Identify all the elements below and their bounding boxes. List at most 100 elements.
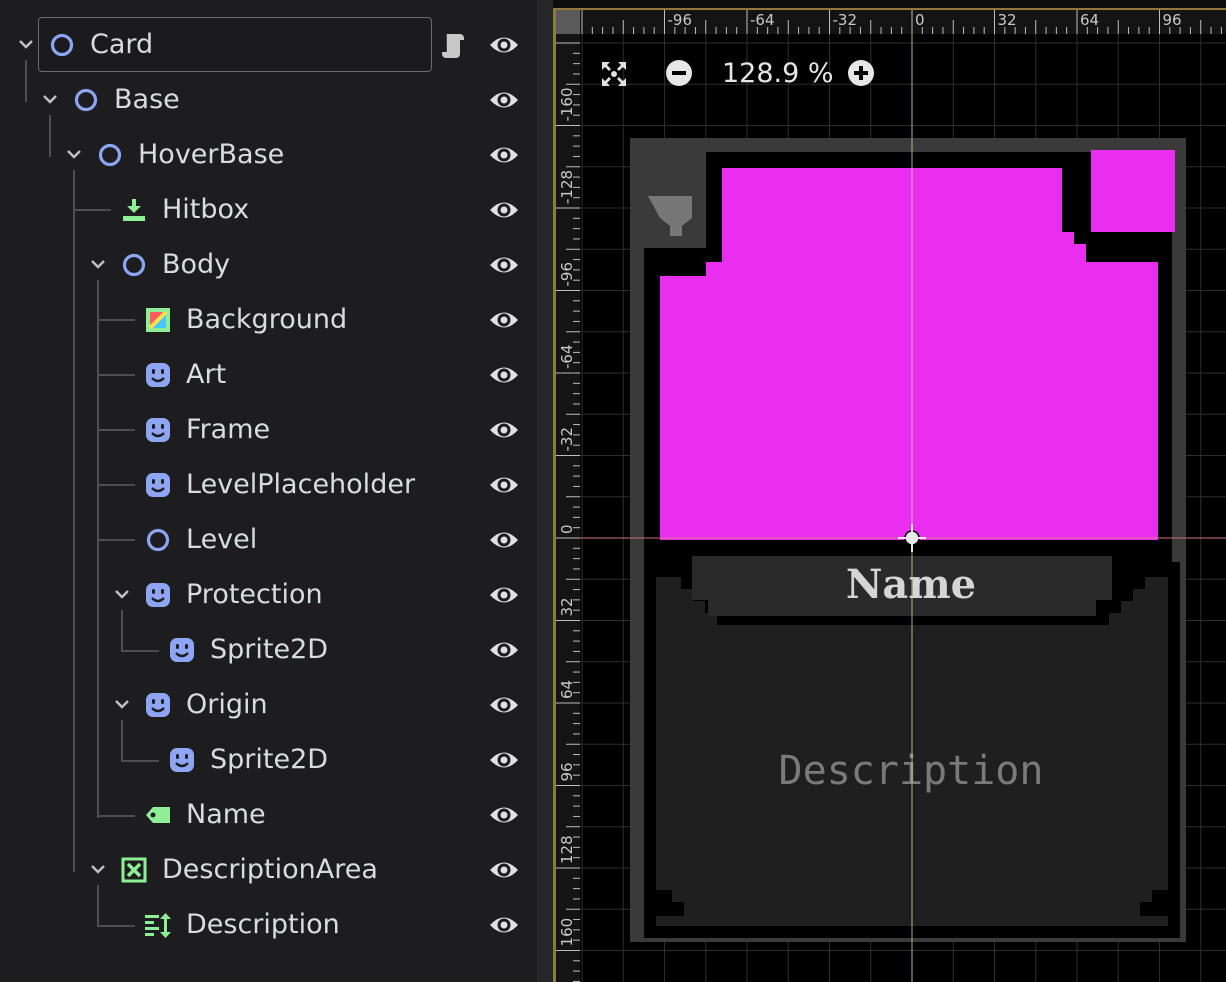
script-icon[interactable] [440,30,470,60]
tree-item-label: DescriptionArea [162,854,378,885]
visibility-eye-icon[interactable] [488,140,520,170]
sprite2d-icon [146,583,170,607]
tree-item-level-placeholder[interactable]: LevelPlaceholder [0,457,537,512]
zoom-level[interactable]: 128.9 % [722,58,834,89]
container-icon [121,857,147,883]
ruler-corner [556,10,580,34]
ruler-label: 96 [1162,11,1181,29]
tree-item-protection[interactable]: Protection [0,567,537,622]
visibility-eye-icon[interactable] [488,85,520,115]
ruler-label: 0 [558,524,576,534]
center-view-icon[interactable] [598,58,630,90]
ruler-label: 96 [558,762,576,781]
richtextlabel-icon [145,913,171,938]
visibility-eye-icon[interactable] [488,910,520,940]
canvas-viewport[interactable]: Name Description -96 -64 -32 0 32 64 96 -160 -128 -… [553,8,1226,982]
ruler-label: -32 [558,427,576,452]
tree-item-frame[interactable]: Frame [0,402,537,457]
tree-item-sprite-2d[interactable]: Sprite2D [0,732,537,787]
chevron-down-icon[interactable] [65,145,83,163]
colorrect-icon [146,308,170,332]
area2d-icon [123,199,145,221]
tree-item-label: Sprite2D [210,634,329,665]
visibility-eye-icon[interactable] [488,30,520,60]
tree-item-label: HoverBase [138,139,285,170]
sprite2d-icon [146,473,170,497]
tree-item-label: Origin [186,689,268,720]
chevron-down-icon[interactable] [113,585,131,603]
visibility-eye-icon[interactable] [488,415,520,445]
chevron-down-icon[interactable] [113,695,131,713]
sprite2d-icon [146,363,170,387]
card-description-label: Description [779,748,1044,794]
tree-item-name[interactable]: Name [0,787,537,842]
tree-item-label: LevelPlaceholder [186,469,416,500]
visibility-eye-icon[interactable] [488,250,520,280]
dock-splitter[interactable] [537,0,553,982]
node2d-icon [122,253,146,277]
tree-item-art[interactable]: Art [0,347,537,402]
ruler-label: 0 [915,11,925,29]
ruler-label: -96 [668,11,692,29]
visibility-eye-icon[interactable] [488,470,520,500]
card-name-label: Name [846,561,976,608]
visibility-eye-icon[interactable] [488,855,520,885]
tree-item-body[interactable]: Body [0,237,537,292]
visibility-eye-icon[interactable] [488,305,520,335]
node2d-icon [50,33,74,57]
zoom-out-icon[interactable] [664,58,694,88]
label-icon [146,807,170,823]
tree-item-base[interactable]: Base [0,72,537,127]
ruler-label: -160 [558,87,576,121]
ruler-label: -64 [750,11,775,29]
tree-item-label: Card [90,29,154,60]
tree-item-level[interactable]: Level [0,512,537,567]
level-tab [630,138,706,248]
tree-item-label: Background [186,304,348,335]
visibility-eye-icon[interactable] [488,195,520,225]
ruler-label: 160 [558,918,576,947]
sprite2d-icon [146,693,170,717]
ruler-label: 128 [558,835,576,864]
ruler-label: -32 [833,11,858,29]
node2d-icon [98,143,122,167]
tree-item-label: Base [114,84,180,115]
tree-item-description[interactable]: Description [0,897,537,952]
tree-item-label: Description [186,909,340,940]
visibility-eye-icon[interactable] [488,580,520,610]
sprite2d-icon [146,418,170,442]
tree-item-origin[interactable]: Origin [0,677,537,732]
chevron-down-icon[interactable] [41,90,59,108]
tree-item-hitbox[interactable]: Hitbox [0,182,537,237]
tree-item-sprite-2d[interactable]: Sprite2D [0,622,537,677]
zoom-in-icon[interactable] [846,58,876,88]
ruler-label: 64 [558,680,576,699]
ruler-label: 32 [558,597,576,616]
chevron-down-icon[interactable] [17,35,35,53]
ruler-label: -128 [558,170,576,204]
visibility-eye-icon[interactable] [488,525,520,555]
scene-tree: Card Base HoverBase Hitbox Body Background Art… [0,0,537,982]
node2d-icon [74,88,98,112]
chevron-down-icon[interactable] [89,255,107,273]
ruler-label: -64 [558,345,576,370]
sprite2d-icon [170,638,194,662]
tree-item-hover-base[interactable]: HoverBase [0,127,537,182]
visibility-eye-icon[interactable] [488,800,520,830]
tree-item-label: Art [186,359,227,390]
tree-item-label: Frame [186,414,271,445]
visibility-eye-icon[interactable] [488,745,520,775]
node2d-icon [146,528,170,552]
tree-item-description-area[interactable]: DescriptionArea [0,842,537,897]
pivot-handle[interactable] [904,530,920,546]
tree-item-label: Hitbox [162,194,250,225]
chevron-down-icon[interactable] [89,860,107,878]
ruler-label: -96 [558,262,576,287]
tree-item-background[interactable]: Background [0,292,537,347]
protection-sprite [1091,150,1175,232]
visibility-eye-icon[interactable] [488,360,520,390]
visibility-eye-icon[interactable] [488,690,520,720]
viewport-canvas[interactable]: Name Description -96 -64 -32 0 32 64 96 -160 -128 -… [556,10,1226,982]
visibility-eye-icon[interactable] [488,635,520,665]
sprite2d-icon [170,748,194,772]
